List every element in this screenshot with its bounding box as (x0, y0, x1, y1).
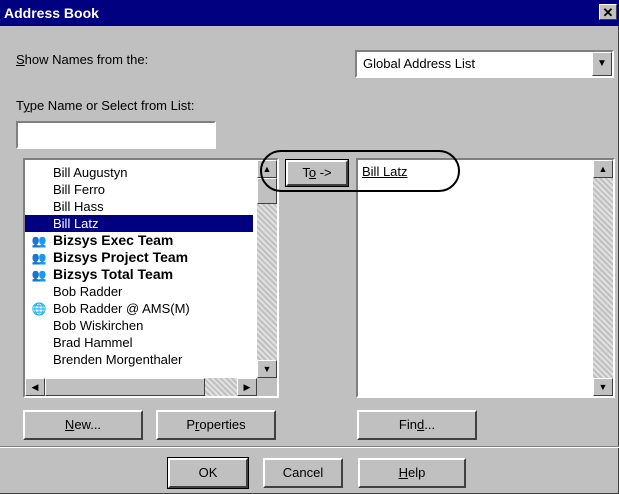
ok-button[interactable]: OK (167, 457, 249, 489)
list-item-label: Bob Radder (53, 284, 123, 299)
address-list-dropdown[interactable]: Global Address List ▼ (355, 50, 614, 78)
cancel-button[interactable]: Cancel (263, 458, 343, 488)
scroll-up-icon[interactable]: ▲ (593, 160, 613, 178)
scroll-right-icon[interactable]: ▶ (237, 378, 257, 396)
chevron-down-icon[interactable]: ▼ (592, 52, 612, 76)
window-title: Address Book (4, 5, 99, 21)
recipient-entry[interactable]: Bill Latz (362, 164, 408, 179)
list-item-label: Bill Ferro (53, 182, 106, 197)
list-item-label: Brad Hammel (53, 335, 133, 350)
separator (0, 446, 619, 448)
scroll-corner (257, 378, 277, 396)
properties-button[interactable]: Properties (156, 410, 276, 440)
show-names-label: Show Names from the: (16, 52, 149, 67)
list-item-label: Bob Radder @ AMS(M) (53, 301, 190, 316)
globe-icon: 🌐 (31, 302, 47, 316)
names-vertical-scrollbar[interactable]: ▲ ▼ (257, 160, 277, 378)
group-icon: 👥 (31, 234, 47, 248)
scroll-down-icon[interactable]: ▼ (593, 378, 613, 396)
scroll-thumb[interactable] (257, 178, 277, 204)
list-item[interactable]: Bob Wiskirchen (25, 317, 257, 334)
list-item[interactable]: 👥 Bizsys Total Team (25, 266, 257, 283)
to-button[interactable]: To -> (285, 159, 349, 187)
names-listbox[interactable]: Bill Augustyn Bill Ferro Bill Hass Bill Lat… (23, 158, 279, 398)
address-list-selected: Global Address List (363, 56, 476, 71)
list-item-label: Bizsys Exec Team (53, 232, 174, 248)
list-item[interactable]: Bill Augustyn (25, 164, 257, 181)
list-item-label: Bill Augustyn (53, 165, 128, 180)
find-button[interactable]: Find... (357, 410, 477, 440)
list-item[interactable]: Brad Hammel (25, 334, 257, 351)
scroll-up-icon[interactable]: ▲ (257, 160, 277, 178)
list-item[interactable]: 👥 Bizsys Exec Team (25, 232, 257, 249)
type-name-input[interactable] (16, 121, 216, 149)
horizontal-scroll-thumb[interactable] (45, 378, 205, 396)
list-item-label: Bizsys Total Team (53, 266, 174, 282)
list-item-label: Brenden Morgenthaler (53, 352, 183, 367)
title-bar: Address Book ✕ (0, 0, 619, 26)
names-horizontal-scrollbar[interactable]: ◀ ▶ (25, 378, 257, 396)
list-item[interactable]: 🌐 Bob Radder @ AMS(M) (25, 300, 257, 317)
type-name-label: Type Name or Select from List: (16, 98, 195, 113)
recipients-list[interactable]: Bill Latz ▲ ▼ (356, 158, 615, 398)
list-item[interactable]: Brenden Morgenthaler (25, 351, 257, 368)
group-icon: 👥 (31, 268, 47, 282)
help-button[interactable]: Help (358, 458, 466, 488)
list-item[interactable]: Bill Ferro (25, 181, 257, 198)
list-item-label: Bob Wiskirchen (53, 318, 144, 333)
list-item[interactable]: Bill Hass (25, 198, 257, 215)
recipients-vertical-scrollbar[interactable]: ▲ ▼ (593, 160, 613, 396)
list-item[interactable]: 👥 Bizsys Project Team (25, 249, 257, 266)
scroll-left-icon[interactable]: ◀ (25, 378, 45, 396)
list-item-label: Bizsys Project Team (53, 249, 189, 265)
group-icon: 👥 (31, 251, 47, 265)
scroll-down-icon[interactable]: ▼ (257, 360, 277, 378)
list-item-label: Bill Latz (53, 216, 99, 231)
address-book-dialog: Address Book ✕ Show Names from the: Glob… (0, 0, 619, 494)
list-item[interactable]: Bob Radder (25, 283, 257, 300)
list-item[interactable]: Bill Latz (25, 215, 253, 232)
list-item-label: Bill Hass (53, 199, 104, 214)
close-icon[interactable]: ✕ (599, 4, 617, 20)
new-button[interactable]: New... (23, 410, 143, 440)
